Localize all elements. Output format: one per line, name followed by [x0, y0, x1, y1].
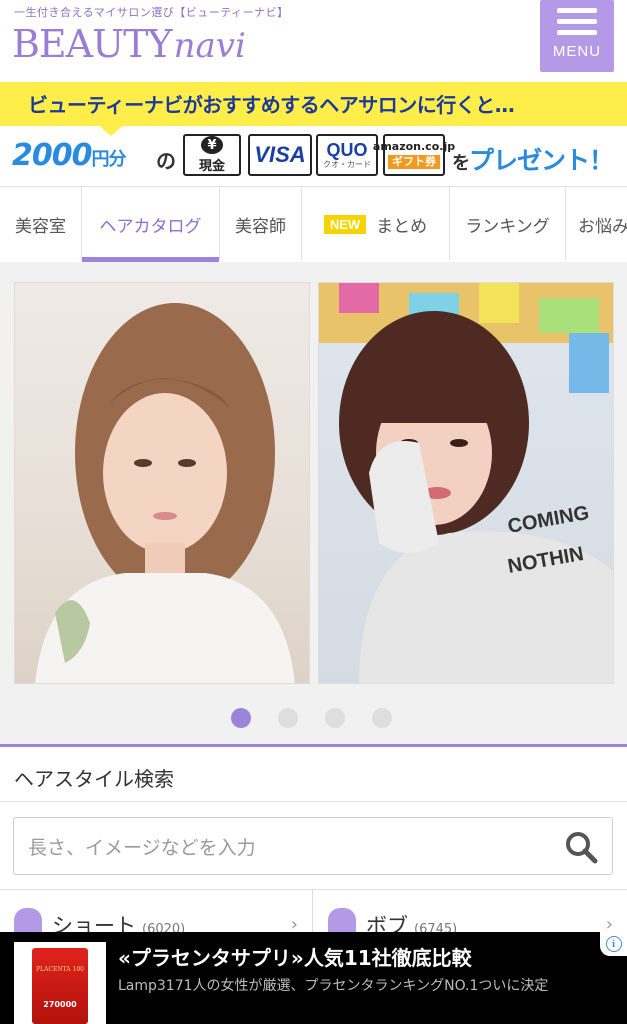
search-icon[interactable] [564, 830, 598, 864]
hair-catalog-slider: COMING NOTHIN [0, 262, 627, 744]
tab-stylist[interactable]: 美容師 [220, 187, 302, 260]
slider-pagination [0, 708, 627, 730]
banner-headline: ビューティーナビがおすすめするヘアサロンに行くと… [28, 93, 515, 117]
cash-card-icon: ¥ 現金 [183, 134, 241, 176]
hamburger-icon [557, 8, 597, 13]
banner-amount: 2000円分 [12, 138, 127, 173]
hairstyle-photo-2[interactable]: COMING NOTHIN [318, 282, 614, 684]
amazon-gift-card-icon: amazon.co.jp ギフト券 [373, 134, 455, 176]
category-short[interactable]: ショート (6020) › [0, 890, 313, 938]
new-badge: NEW [323, 214, 367, 234]
slider-dot-2[interactable] [278, 708, 298, 728]
site-header: 一生付き合えるマイサロン選び【ビューティーナビ】 BEAUTY navi MEN… [0, 0, 627, 82]
search-input[interactable]: 長さ、イメージなどを入力 [13, 817, 613, 875]
tab-worries[interactable]: お悩み [566, 187, 627, 260]
section-title: ヘアスタイル検索 [14, 767, 174, 791]
length-categories: ショート (6020) › ボブ (6745) › [0, 889, 627, 938]
tab-ranking[interactable]: ランキング [450, 187, 566, 260]
visa-card-icon: VISA [248, 134, 312, 176]
menu-button[interactable]: MENU [540, 0, 614, 72]
ad-thumbnail: PLACENTA 100 270000 [14, 942, 106, 1024]
tab-salon[interactable]: 美容室 [0, 187, 82, 260]
logo-text-main: BEAUTY [12, 22, 173, 66]
promo-banner[interactable]: ビューティーナビがおすすめするヘアサロンに行くと… 2000円分 の ¥ 現金 … [0, 82, 627, 182]
advertisement-bar[interactable]: PLACENTA 100 270000 «プラセンタサプリ»人気11社徹底比較 … [0, 932, 627, 1024]
category-bob[interactable]: ボブ (6745) › [314, 890, 627, 938]
category-tabs: 美容室 ヘアカタログ 美容師 NEW まとめ ランキング お悩み [0, 186, 627, 260]
site-tagline: 一生付き合えるマイサロン選び【ビューティーナビ】 [14, 6, 289, 19]
menu-label: MENU [552, 43, 602, 60]
search-placeholder: 長さ、イメージなどを入力 [28, 837, 256, 859]
model-portrait-1 [35, 303, 295, 683]
logo-text-sub: navi [173, 26, 246, 66]
quo-card-icon: QUO クオ・カード [316, 134, 378, 176]
slider-dot-4[interactable] [372, 708, 392, 728]
svg-text:COMING: COMING [506, 502, 591, 538]
site-logo[interactable]: BEAUTY navi [12, 22, 246, 72]
slider-dot-3[interactable] [325, 708, 345, 728]
ad-description: Lamp3171人の女性が厳選、プラセンタランキングNO.1ついに決定 [118, 978, 549, 994]
model-portrait-2: COMING NOTHIN [319, 283, 613, 683]
hairstyle-search-section: ヘアスタイル検索 長さ、イメージなどを入力 ショート (6020) › ボブ (67… [0, 744, 627, 938]
banner-present-text: をプレゼント！ [452, 146, 614, 175]
tab-hair-catalog[interactable]: ヘアカタログ [82, 187, 220, 260]
supplement-package-image: PLACENTA 100 270000 [32, 948, 88, 1024]
tab-matome[interactable]: NEW まとめ [302, 187, 450, 260]
slider-dot-1[interactable] [231, 708, 251, 728]
ad-choices-icon[interactable]: i [600, 932, 627, 956]
ad-title: «プラセンタサプリ»人気11社徹底比較 [118, 946, 472, 970]
speech-tail-icon [95, 122, 127, 136]
hairstyle-photo-1[interactable] [14, 282, 310, 684]
